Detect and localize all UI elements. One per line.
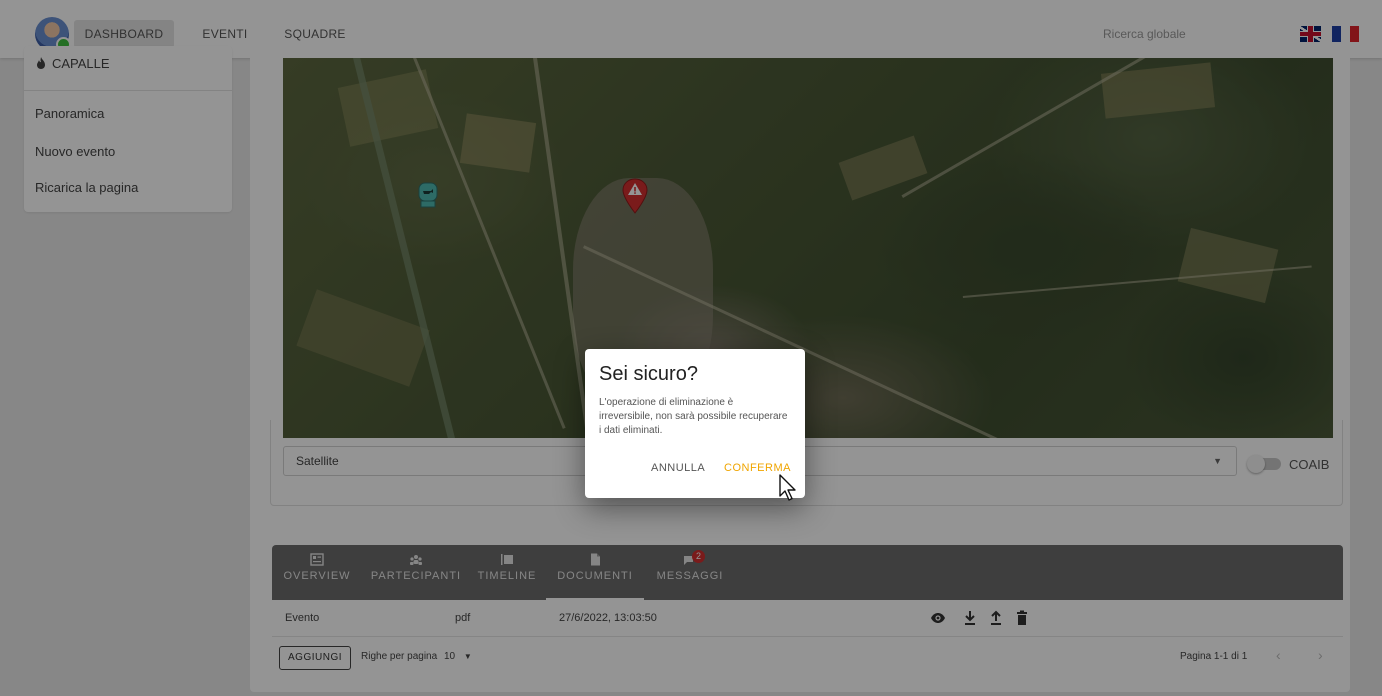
confirm-button[interactable]: CONFERMA (724, 462, 791, 474)
confirm-delete-dialog: Sei sicuro? L'operazione di eliminazione… (585, 349, 805, 498)
dialog-message: L'operazione di eliminazione è irreversi… (599, 397, 788, 436)
dialog-title: Sei sicuro? (599, 363, 698, 385)
mouse-cursor-icon (779, 474, 796, 501)
cancel-button[interactable]: ANNULLA (651, 462, 705, 474)
modal-backdrop[interactable] (0, 0, 1382, 696)
